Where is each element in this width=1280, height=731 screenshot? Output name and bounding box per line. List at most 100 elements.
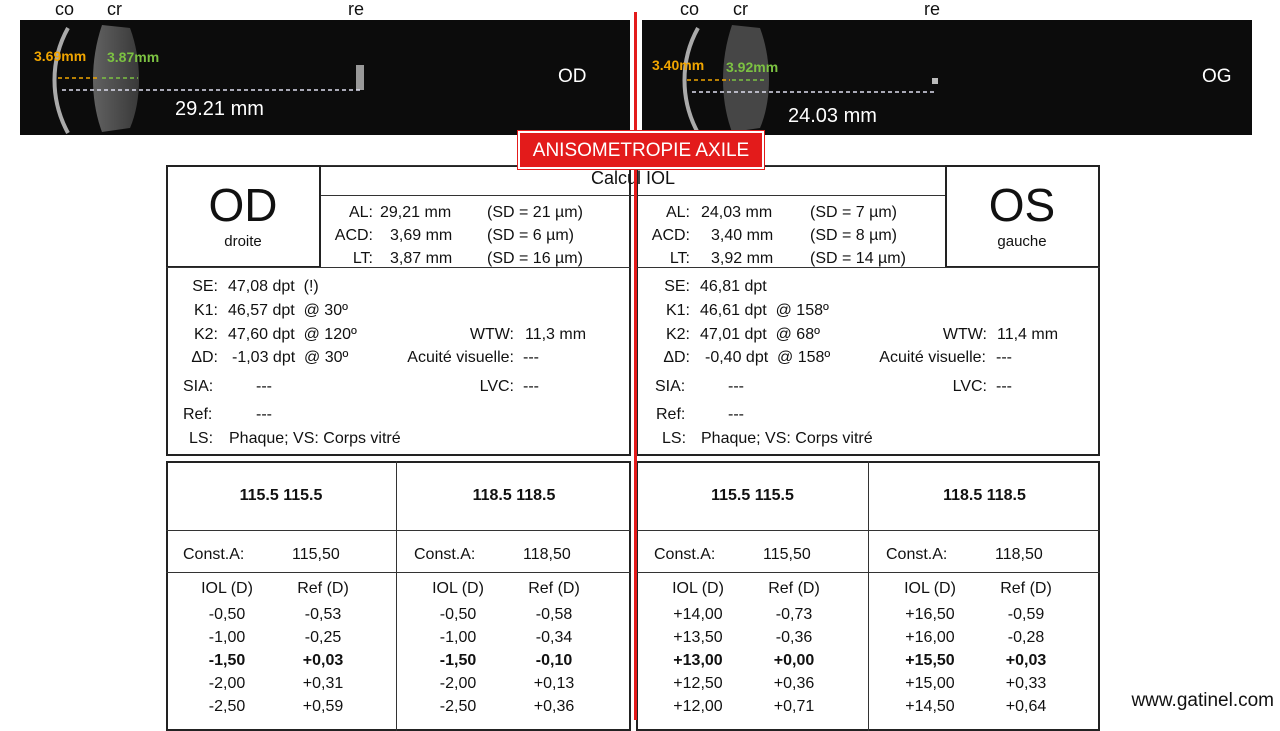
const-a-label: Const.A:: [414, 546, 476, 563]
iol-power-cell: +12,00: [673, 698, 723, 715]
label-co-og: co: [680, 0, 700, 19]
od-sia-label: SIA:: [183, 378, 214, 395]
od-k2-label: K2:: [193, 326, 218, 343]
refraction-cell: -0,34: [535, 629, 573, 646]
const-a-label: Const.A:: [183, 546, 245, 563]
od-sia-value: ---: [256, 378, 272, 395]
os-const-rule: [636, 572, 1100, 573]
os-k1-label: K1:: [665, 302, 690, 319]
scan-og: 3.40mm 3.92mm 24.03 mm OG: [642, 20, 1252, 135]
page-title: Calcul IOL: [590, 168, 676, 188]
os-sia-label: SIA:: [655, 378, 686, 395]
od-lt-sd: (SD = 16 µm): [487, 250, 583, 267]
refraction-cell: +0,00: [773, 652, 815, 669]
label-re-og: re: [924, 0, 941, 19]
iol-power-cell: +14,50: [905, 698, 955, 715]
od-ref-value: ---: [256, 406, 272, 423]
iol-power-cell: +15,50: [905, 652, 955, 669]
refraction-cell: +0,03: [302, 652, 344, 669]
iol-power-cell: -1,00: [208, 629, 246, 646]
table-header: 118.5 118.5: [943, 487, 1026, 504]
od-eye-subtitle: droite: [224, 233, 262, 250]
refraction-cell: +0,36: [773, 675, 815, 692]
anisometropia-banner: ANISOMETROPIE AXILE: [517, 130, 765, 170]
od-header-rule: [166, 530, 631, 531]
refraction-cell: -0,28: [1007, 629, 1045, 646]
od-acd-value: 3,69 mm: [390, 227, 453, 244]
od-acuity-label: Acuité visuelle:: [407, 349, 514, 366]
iol-power-cell: -0,50: [208, 606, 246, 623]
os-ls-value: Phaque; VS: Corps vitré: [701, 430, 873, 447]
iol-power-cell: -1,00: [439, 629, 477, 646]
os-acuity-value: ---: [996, 349, 1012, 366]
acd-measure-od: 3.69mm: [34, 48, 87, 64]
od-k1-label: K1:: [193, 302, 218, 319]
iol-power-cell: -0,50: [439, 606, 477, 623]
refraction-cell: -0,59: [1007, 606, 1045, 623]
iol-column-header: IOL (D): [432, 580, 484, 597]
iol-power-cell: +14,00: [673, 606, 723, 623]
const-a-label: Const.A:: [886, 546, 948, 563]
os-al-value: 24,03 mm: [701, 204, 773, 221]
os-al-sd: (SD = 7 µm): [810, 204, 898, 221]
os-eye-title: OS: [988, 179, 1056, 231]
od-ref-label: Ref:: [183, 406, 213, 423]
label-cr-od: cr: [107, 0, 122, 19]
os-sia-value: ---: [728, 378, 744, 395]
od-acuity-value: ---: [523, 349, 539, 366]
acd-measure-og: 3.40mm: [652, 57, 705, 73]
red-divider-line: [634, 12, 637, 720]
os-se-label: SE:: [664, 278, 690, 295]
od-lvc-label: LVC:: [479, 378, 514, 395]
lt-measure-od: 3.87mm: [107, 49, 160, 65]
os-lvc-label: LVC:: [952, 378, 987, 395]
axial-length-og: 24.03 mm: [788, 105, 877, 127]
os-al-label: AL:: [665, 204, 690, 221]
od-ls-value: Phaque; VS: Corps vitré: [229, 430, 401, 447]
iol-power-cell: +15,00: [905, 675, 955, 692]
refraction-cell: -0,25: [304, 629, 342, 646]
const-a-value: 115,50: [763, 546, 811, 563]
refraction-cell: -0,10: [535, 652, 573, 669]
iol-power-cell: +12,50: [673, 675, 723, 692]
os-delta-label: ΔD:: [663, 349, 690, 366]
ref-column-header: Ref (D): [768, 580, 820, 597]
refraction-cell: -0,73: [775, 606, 813, 623]
iol-power-cell: +16,00: [905, 629, 955, 646]
od-acd-sd: (SD = 6 µm): [487, 227, 575, 244]
website-footer: www.gatinel.com: [1131, 690, 1274, 711]
refraction-cell: +0,03: [1005, 652, 1047, 669]
refraction-cell: -0,58: [535, 606, 573, 623]
const-a-label: Const.A:: [654, 546, 716, 563]
iol-power-cell: +16,50: [905, 606, 955, 623]
os-acd-label: ACD:: [651, 227, 690, 244]
od-al-label: AL:: [348, 204, 373, 221]
os-eye-subtitle: gauche: [997, 233, 1047, 250]
od-acd-label: ACD:: [334, 227, 373, 244]
od-wtw-label: WTW:: [469, 326, 514, 343]
od-lt-value: 3,87 mm: [390, 250, 453, 267]
od-al-sd: (SD = 21 µm): [487, 204, 583, 221]
os-k2-value: 47,01 dpt @ 68º: [700, 326, 820, 343]
iol-column-header: IOL (D): [201, 580, 253, 597]
iol-power-cell: -2,50: [208, 698, 246, 715]
scan-og-image: [682, 25, 938, 134]
od-const-rule: [166, 572, 631, 573]
os-ref-label: Ref:: [656, 406, 686, 423]
od-delta-label: ΔD:: [191, 349, 218, 366]
table-header: 118.5 118.5: [472, 487, 556, 504]
label-re-od: re: [348, 0, 365, 19]
lt-measure-og: 3.92mm: [726, 59, 779, 75]
os-acuity-label: Acuité visuelle:: [879, 349, 986, 366]
od-lvc-value: ---: [523, 378, 539, 395]
table-header: 115.5 115.5: [711, 487, 794, 504]
iol-power-cell: -1,50: [439, 652, 477, 669]
eye-label-og: OG: [1202, 66, 1232, 87]
iol-power-cell: +13,00: [673, 652, 723, 669]
refraction-cell: -0,36: [775, 629, 813, 646]
os-lvc-value: ---: [996, 378, 1012, 395]
os-delta-value: -0,40 dpt @ 158º: [705, 349, 831, 366]
od-eye-title: OD: [208, 179, 278, 231]
axial-length-od: 29.21 mm: [175, 98, 264, 120]
os-lt-value: 3,92 mm: [711, 250, 774, 267]
